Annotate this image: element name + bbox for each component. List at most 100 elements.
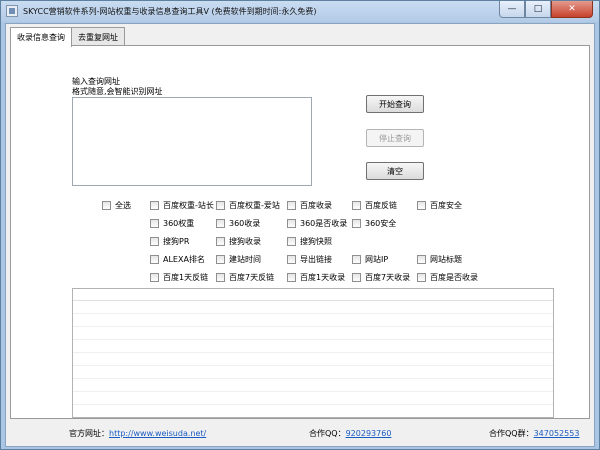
partner-qq-link[interactable]: 920293760 (346, 429, 392, 438)
checkbox-box[interactable] (287, 273, 296, 282)
checkbox-box[interactable] (287, 237, 296, 246)
official-site-label: 官方网址： (69, 429, 109, 438)
results-table[interactable] (72, 288, 554, 418)
footer-bar: 官方网址：http://www.weisuda.net/ 合作QQ：920293… (6, 420, 594, 446)
checkbox-label: 百度1天收录 (300, 273, 346, 282)
checkbox-box[interactable] (216, 201, 225, 210)
checkbox-baidu-backlinks[interactable]: 百度反链 (352, 200, 397, 211)
app-window: SKYCC营销软件系列-网站权重与收录信息查询工具V (免费软件到期时间:永久免… (0, 0, 600, 450)
checkbox-baidu-7day-backlinks[interactable]: 百度7天反链 (216, 272, 274, 283)
checkbox-label: 导出链接 (300, 255, 332, 264)
checkbox-box[interactable] (150, 219, 159, 228)
checkbox-label: 建站时间 (229, 255, 261, 264)
url-input[interactable] (72, 97, 312, 186)
checkbox-sogou-snapshot[interactable]: 搜狗快照 (287, 236, 332, 247)
checkbox-baidu-indexed[interactable]: 百度是否收录 (417, 272, 478, 283)
checkbox-box[interactable] (352, 273, 361, 282)
title-bar[interactable]: SKYCC营销软件系列-网站权重与收录信息查询工具V (免费软件到期时间:永久免… (1, 1, 599, 22)
url-input-hint: 格式随意,会智能识别网址 (72, 87, 163, 96)
close-button[interactable]: ✕ (551, 1, 593, 18)
table-row (73, 340, 553, 353)
checkbox-box[interactable] (417, 255, 426, 264)
checkbox-label: 百度权重-爱站 (229, 201, 280, 210)
checkbox-baidu-1day-backlinks[interactable]: 百度1天反链 (150, 272, 208, 283)
maximize-button[interactable]: □ (525, 1, 551, 18)
checkbox-box[interactable] (150, 201, 159, 210)
checkbox-site-age[interactable]: 建站时间 (216, 254, 261, 265)
checkbox-label: 百度是否收录 (430, 273, 478, 282)
table-row (73, 379, 553, 392)
checkbox-360-indexed[interactable]: 360是否收录 (287, 218, 347, 229)
tab-panel: 输入查询网址 格式随意,会智能识别网址 开始查询 停止查询 清空 全选 百度权重… (10, 45, 590, 419)
checkbox-label: 全选 (115, 201, 131, 210)
checkbox-box[interactable] (216, 273, 225, 282)
checkbox-box[interactable] (287, 201, 296, 210)
checkbox-baidu-7day-index[interactable]: 百度7天收录 (352, 272, 410, 283)
checkbox-label: 360权重 (163, 219, 195, 228)
checkbox-box[interactable] (352, 255, 361, 264)
checkbox-box[interactable] (417, 273, 426, 282)
checkbox-label: 百度收录 (300, 201, 332, 210)
checkbox-sogou-pr[interactable]: 搜狗PR (150, 236, 189, 247)
minimize-button[interactable]: — (499, 1, 525, 18)
client-area: 收录信息查询 去重复网址 输入查询网址 格式随意,会智能识别网址 开始查询 停止… (5, 23, 595, 447)
checkbox-site-title[interactable]: 网站标题 (417, 254, 462, 265)
checkbox-site-ip[interactable]: 网站IP (352, 254, 388, 265)
checkbox-label: 百度7天反链 (229, 273, 275, 282)
checkbox-label: 百度1天反链 (163, 273, 209, 282)
checkbox-label: 百度权重-站长 (163, 201, 214, 210)
checkbox-baidu-weight-zhanzhang[interactable]: 百度权重-站长 (150, 200, 214, 211)
checkbox-select-all[interactable]: 全选 (102, 200, 131, 211)
tab-dedupe-urls[interactable]: 去重复网址 (71, 27, 125, 46)
start-query-button[interactable]: 开始查询 (366, 95, 424, 113)
table-row (73, 327, 553, 340)
partner-qq-group-link[interactable]: 347052553 (534, 429, 580, 438)
checkbox-baidu-security[interactable]: 百度安全 (417, 200, 462, 211)
checkbox-label: 百度7天收录 (365, 273, 411, 282)
checkbox-box[interactable] (417, 201, 426, 210)
checkbox-baidu-index[interactable]: 百度收录 (287, 200, 332, 211)
clear-button[interactable]: 清空 (366, 162, 424, 180)
checkbox-label: 百度安全 (430, 201, 462, 210)
table-row (73, 366, 553, 379)
table-row (73, 301, 553, 314)
checkbox-box[interactable] (216, 255, 225, 264)
checkbox-box[interactable] (216, 237, 225, 246)
official-site-link[interactable]: http://www.weisuda.net/ (109, 429, 206, 438)
tab-index-query[interactable]: 收录信息查询 (10, 27, 72, 47)
checkbox-360-security[interactable]: 360安全 (352, 218, 396, 229)
table-row (73, 392, 553, 405)
partner-qq-label: 合作QQ： (309, 429, 346, 438)
checkbox-360-weight[interactable]: 360权重 (150, 218, 194, 229)
table-row (73, 353, 553, 366)
checkbox-label: 百度反链 (365, 201, 397, 210)
checkbox-label: 网站标题 (430, 255, 462, 264)
checkbox-box[interactable] (287, 255, 296, 264)
checkbox-sogou-index[interactable]: 搜狗收录 (216, 236, 261, 247)
checkbox-export-links[interactable]: 导出链接 (287, 254, 332, 265)
checkbox-box[interactable] (150, 255, 159, 264)
window-title: SKYCC营销软件系列-网站权重与收录信息查询工具V (免费软件到期时间:永久免… (23, 7, 317, 16)
checkbox-label: ALEXA排名 (163, 255, 205, 264)
checkbox-360-index[interactable]: 360收录 (216, 218, 260, 229)
checkbox-box[interactable] (150, 273, 159, 282)
checkbox-alexa-rank[interactable]: ALEXA排名 (150, 254, 205, 265)
stop-query-button[interactable]: 停止查询 (366, 129, 424, 147)
checkbox-label: 360是否收录 (300, 219, 348, 228)
checkbox-box[interactable] (102, 201, 111, 210)
tab-strip: 收录信息查询 去重复网址 (10, 27, 125, 47)
checkbox-box[interactable] (287, 219, 296, 228)
checkbox-label: 搜狗PR (163, 237, 190, 246)
checkbox-box[interactable] (216, 219, 225, 228)
app-icon (6, 5, 18, 17)
checkbox-label: 搜狗收录 (229, 237, 261, 246)
checkbox-box[interactable] (352, 201, 361, 210)
checkbox-label: 网站IP (365, 255, 389, 264)
checkbox-baidu-1day-index[interactable]: 百度1天收录 (287, 272, 345, 283)
checkbox-baidu-weight-aizhan[interactable]: 百度权重-爱站 (216, 200, 280, 211)
official-site: 官方网址：http://www.weisuda.net/ (69, 428, 206, 439)
checkbox-label: 360安全 (365, 219, 397, 228)
partner-qq-group-label: 合作QQ群： (489, 429, 534, 438)
checkbox-box[interactable] (352, 219, 361, 228)
checkbox-box[interactable] (150, 237, 159, 246)
